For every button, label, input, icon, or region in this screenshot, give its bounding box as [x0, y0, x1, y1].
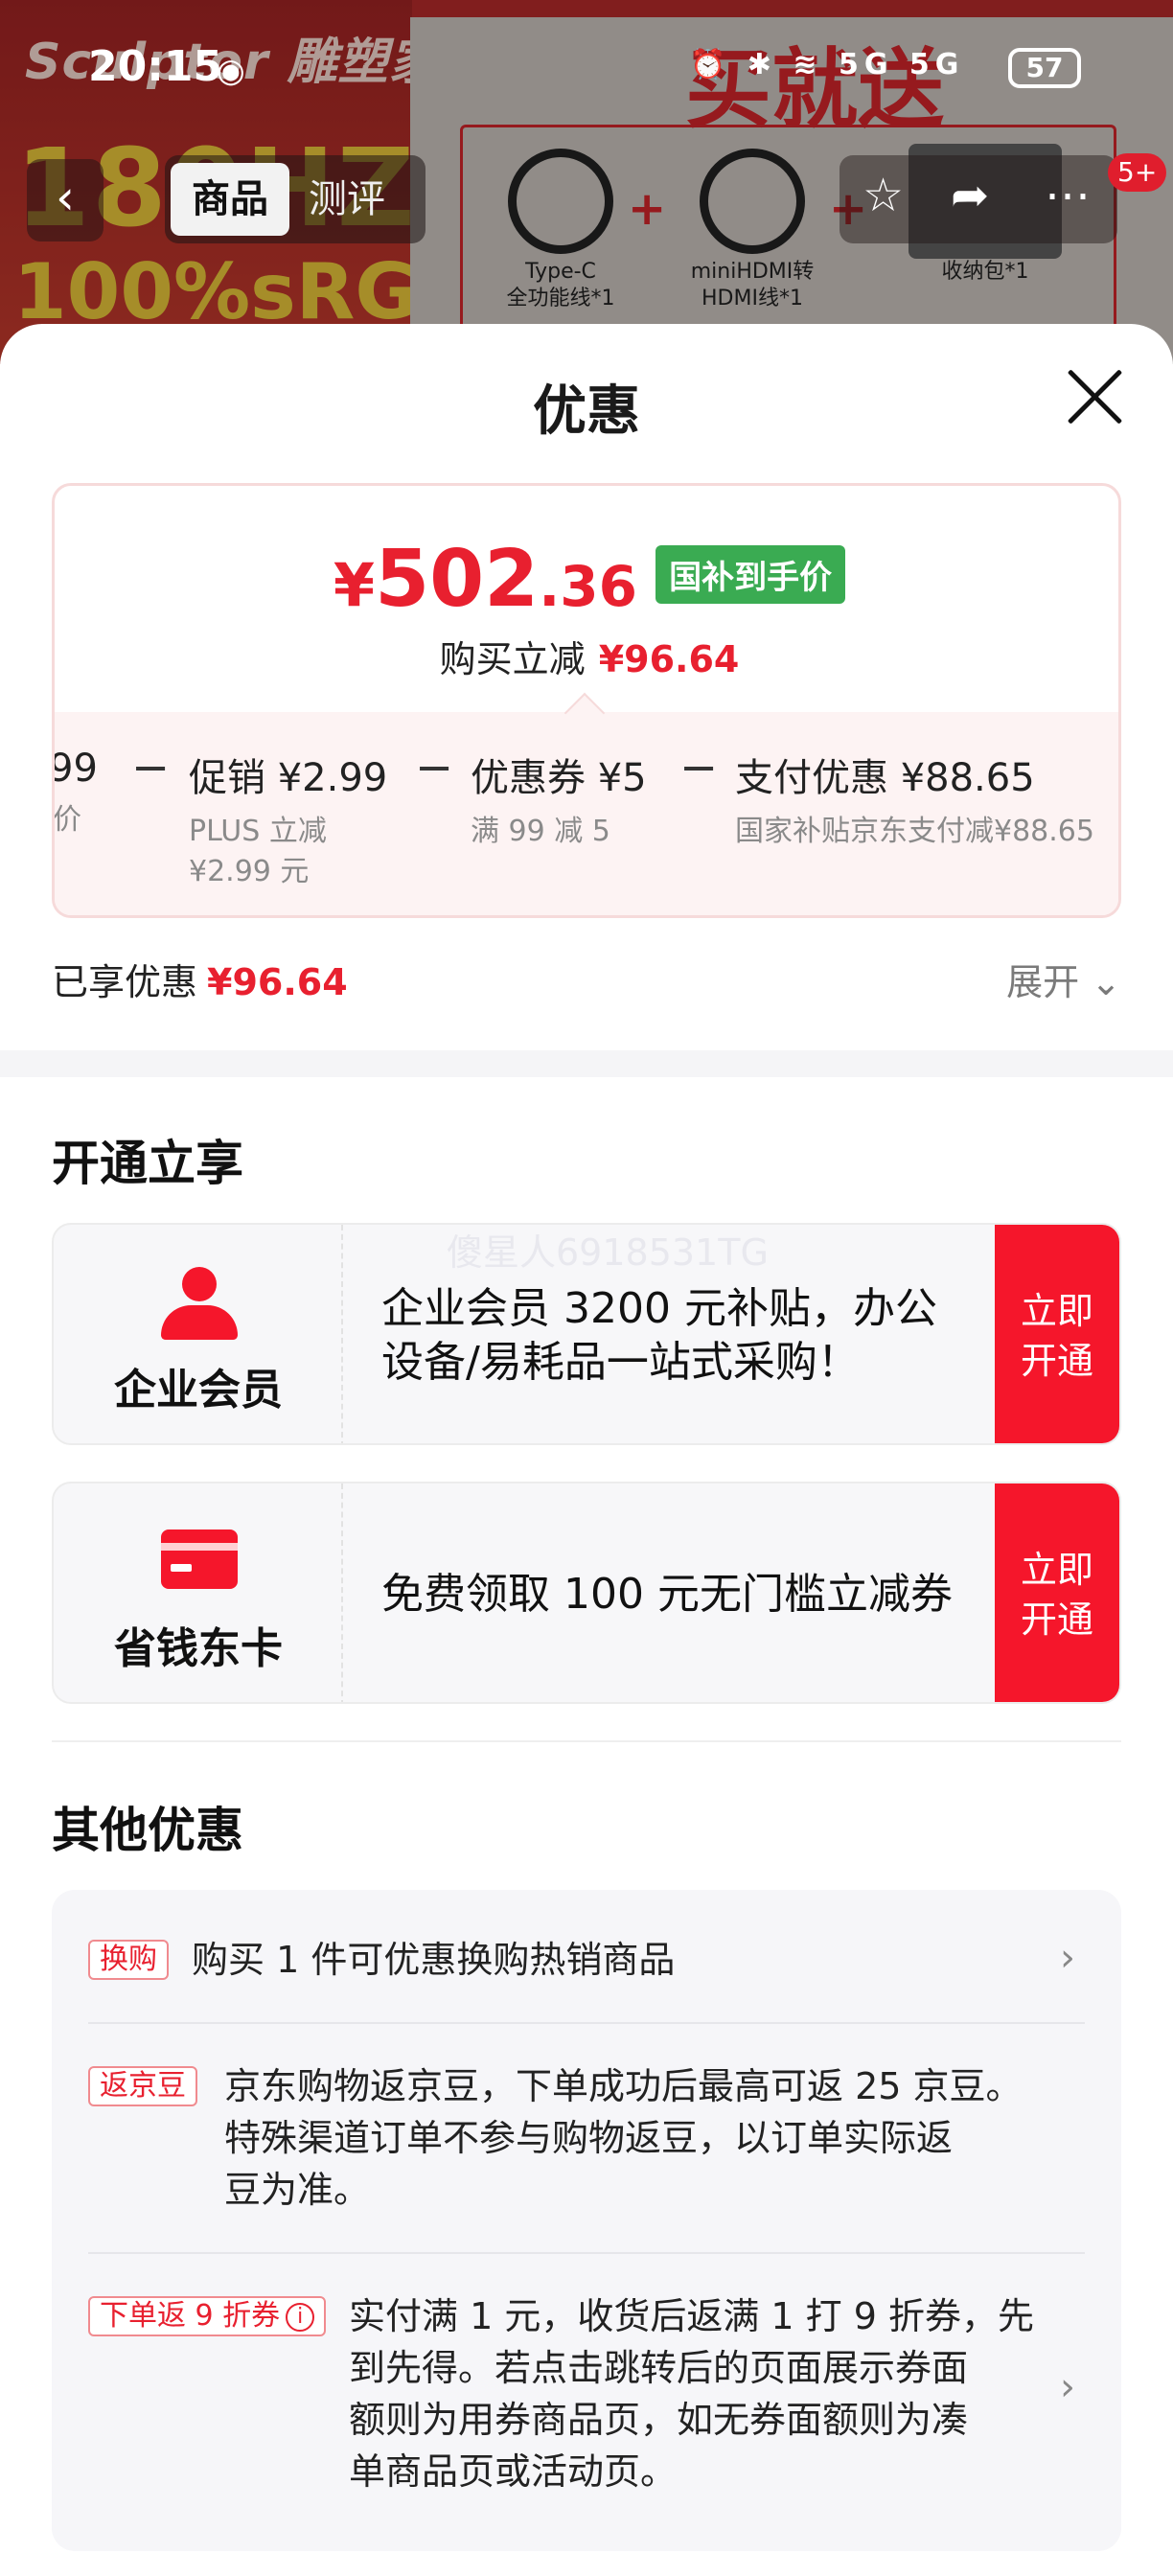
share-icon[interactable]: ➦: [951, 169, 989, 222]
open-now-button[interactable]: 立即开通: [995, 1484, 1119, 1702]
offer-tag: 下单返 9 折券 i: [88, 2296, 327, 2336]
other-section-title: 其他优惠: [52, 1803, 243, 1858]
close-icon[interactable]: [1064, 366, 1125, 427]
offer-text: 京东购物返京豆，下单成功后最高可返 25 京豆。: [224, 2065, 1023, 2107]
breakdown-original: 99 实价: [52, 747, 98, 840]
price-currency: ¥: [333, 550, 376, 620]
membership-desc: 免费领取 100 元无门槛立减券: [381, 1570, 953, 1619]
enjoyed-discount: 已享优惠 ¥96.64: [52, 953, 348, 1005]
expand-button[interactable]: 展开 ⌄: [1006, 953, 1121, 1005]
subsidy-badge: 国补到手价: [656, 545, 846, 604]
offer-row-exchange[interactable]: 换购 购买 1 件可优惠换购热销商品 ›: [88, 1934, 1085, 1991]
membership-card-enterprise[interactable]: 企业会员 傻星人6918531TG 企业会员 3200 元补贴，办公设备/易耗品…: [52, 1223, 1121, 1445]
breakdown-note: 满 99 减 5: [471, 815, 610, 848]
membership-name: 省钱东卡: [114, 1624, 283, 1673]
offer-separator: [88, 2252, 1085, 2254]
price-summary: ¥502.36 国补到手价 购买立减 ¥96.64: [55, 486, 1118, 712]
status-time: 20:15: [88, 42, 223, 91]
tab-review[interactable]: 测评: [309, 163, 385, 236]
network-indicator: ⏰ ✱ ≋ 5G 5G: [690, 48, 965, 81]
offer-text: 到先得。若点击跳转后的页面展示券面: [349, 2347, 969, 2389]
offer-tag: 换购: [88, 1940, 169, 1980]
info-icon[interactable]: i: [286, 2303, 315, 2332]
price-card: ¥502.36 国补到手价 购买立减 ¥96.64 99 实价 − 促销 ¥2.9…: [52, 483, 1121, 918]
offer-text: 购买 1 件可优惠换购热销商品: [192, 1939, 676, 1981]
offer-text: 单商品页或活动页。: [349, 2450, 678, 2493]
person-icon: [161, 1267, 238, 1344]
breakdown-amount: 促销 ¥2.99: [189, 756, 388, 800]
header-actions: ☆ ➦ ⋯: [840, 155, 1117, 243]
chevron-right-icon: ›: [1060, 1936, 1075, 1980]
offer-row-beans: 返京豆 京东购物返京豆，下单成功后最高可返 25 京豆。 特殊渠道订单不参与购物…: [88, 2060, 1085, 2223]
breakdown-note: PLUS 立减: [189, 815, 327, 848]
membership-left: 企业会员: [54, 1225, 343, 1443]
offer-text: 豆为准。: [224, 2169, 371, 2211]
breakdown-amount: 99: [52, 747, 98, 791]
minus-sign: −: [131, 741, 171, 794]
divider: [52, 1740, 1121, 1742]
other-offers-list: 换购 购买 1 件可优惠换购热销商品 › 返京豆 京东购物返京豆，下单成功后最高…: [52, 1890, 1121, 2551]
membership-left: 省钱东卡: [54, 1484, 343, 1702]
final-price: ¥502.36 国补到手价: [55, 534, 1118, 625]
membership-desc: 企业会员 3200 元补贴，办公设备/易耗品一站式采购！: [381, 1284, 937, 1387]
enjoyed-value: ¥96.64: [207, 961, 348, 1003]
status-bar: 20:15 ◉ ⏰ ✱ ≋ 5G 5G 57: [0, 38, 1173, 96]
more-icon[interactable]: ⋯: [1045, 169, 1091, 222]
tab-goods[interactable]: 商品: [171, 163, 289, 236]
eye-icon: ◉: [217, 52, 245, 90]
breakdown-amount: 支付优惠 ¥88.65: [735, 756, 1035, 800]
open-section-title: 开通立享: [52, 1136, 243, 1191]
chevron-right-icon: ›: [1060, 2365, 1075, 2409]
offer-tag-label: 下单返 9 折券: [100, 2299, 281, 2333]
breakdown-promotion: 促销 ¥2.99 PLUS 立减 ¥2.99 元: [189, 747, 387, 892]
breakdown-note: ¥2.99 元: [189, 855, 310, 888]
instant-discount-value: ¥96.64: [598, 638, 740, 680]
offer-text: 额则为用券商品页，如无券面额则为凑: [349, 2399, 969, 2441]
discount-sheet: 优惠 ¥502.36 国补到手价 购买立减 ¥96.64 99 实价 − 促销 ¥…: [0, 324, 1173, 2576]
breakdown-payment: 支付优惠 ¥88.65 国家补贴京东支付减¥88.65: [735, 747, 1094, 852]
enjoyed-label: 已享优惠: [52, 961, 198, 1003]
offer-text: 特殊渠道订单不参与购物返豆，以订单实际返: [224, 2117, 954, 2159]
minus-sign: −: [679, 741, 719, 794]
membership-card-savings[interactable]: 省钱东卡 免费领取 100 元无门槛立减券 立即开通: [52, 1482, 1121, 1704]
cart-badge: 5+: [1108, 153, 1167, 192]
membership-name: 企业会员: [114, 1366, 283, 1414]
sheet-title: 优惠: [533, 380, 640, 443]
price-decimal: .36: [539, 554, 637, 619]
open-now-button[interactable]: 立即开通: [995, 1225, 1119, 1443]
card-icon: [161, 1526, 238, 1602]
instant-discount: 购买立减 ¥96.64: [55, 630, 1118, 682]
breakdown-coupon: 优惠券 ¥5 满 99 减 5: [471, 747, 647, 852]
offer-tag: 返京豆: [88, 2066, 197, 2106]
network-type: 5G 5G: [838, 48, 965, 81]
price-integer: 502: [375, 534, 540, 625]
offer-row-rebate-coupon[interactable]: 下单返 9 折券 i 实付满 1 元，收货后返满 1 打 9 折券，先 到先得。若…: [88, 2290, 1085, 2511]
breakdown-note: 国家补贴京东支付减¥88.65: [735, 815, 1094, 848]
breakdown-note: 实价: [52, 803, 81, 837]
offer-text: 实付满 1 元，收货后返满 1 打 9 折券，先: [349, 2295, 1035, 2337]
section-divider: [0, 1050, 1173, 1077]
battery-indicator: 57: [1008, 48, 1081, 88]
product-tabs: 商品 测评: [165, 155, 426, 243]
minus-sign: −: [415, 741, 454, 794]
offer-separator: [88, 2022, 1085, 2024]
breakdown-amount: 优惠券 ¥5: [471, 756, 647, 800]
favorite-icon[interactable]: ☆: [862, 169, 904, 222]
instant-discount-label: 购买立减: [439, 638, 586, 680]
price-breakdown[interactable]: 99 实价 − 促销 ¥2.99 PLUS 立减 ¥2.99 元 − 优惠券 ¥…: [52, 712, 1118, 915]
back-button[interactable]: ‹: [27, 159, 104, 242]
